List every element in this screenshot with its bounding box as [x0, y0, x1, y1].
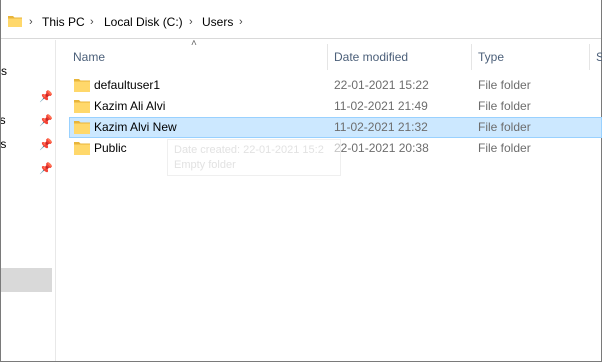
pin-icon: 📌	[39, 139, 53, 151]
file-row[interactable]: Kazim Ali Alvi 11-02-2021 21:49 File fol…	[69, 96, 602, 117]
file-name: Kazim Alvi New	[94, 120, 177, 134]
file-date-modified: 11-02-2021 21:32	[334, 120, 428, 134]
file-date-modified: 22-01-2021 15:22	[334, 78, 429, 92]
folder-icon	[74, 79, 90, 92]
pin-icon: 📌	[39, 163, 53, 175]
column-separator[interactable]	[327, 44, 328, 70]
file-type: File folder	[478, 78, 531, 92]
sort-up-icon: ˄	[191, 38, 197, 49]
breadcrumb-users[interactable]: Users	[202, 13, 233, 31]
file-row[interactable]: defaultuser1 22-01-2021 15:22 File folde…	[69, 75, 602, 96]
file-date-modified: 11-02-2021 21:49	[334, 99, 428, 113]
file-name: Kazim Ali Alvi	[94, 99, 166, 113]
folder-icon	[74, 142, 90, 155]
pin-icon: 📌	[39, 91, 53, 103]
file-type: File folder	[478, 120, 531, 134]
breadcrumb-this-pc[interactable]: This PC	[42, 13, 85, 31]
folder-icon	[8, 16, 22, 27]
chevron-right-icon[interactable]: ›	[90, 13, 94, 31]
address-bar[interactable]: › This PC › Local Disk (C:) › Users ›	[1, 4, 601, 39]
file-name: Public	[94, 141, 127, 155]
tooltip: Date created: 22-01-2021 15:2 Empty fold…	[167, 139, 341, 176]
column-separator[interactable]	[589, 44, 590, 70]
navigation-pane: ss 📌 ls 📌 ts 📌 📌	[1, 40, 56, 361]
nav-item-downloads[interactable]: ls	[1, 113, 6, 127]
column-separator[interactable]	[471, 44, 472, 70]
file-type: File folder	[478, 99, 531, 113]
breadcrumb-local-disk[interactable]: Local Disk (C:)	[104, 13, 183, 31]
tooltip-description: Empty folder	[174, 159, 236, 171]
folder-icon	[74, 100, 90, 113]
column-header-name[interactable]: Name	[73, 46, 105, 68]
column-header-type[interactable]: Type	[478, 46, 504, 68]
chevron-right-icon[interactable]: ›	[29, 13, 33, 31]
column-header-date-modified[interactable]: Date modified	[334, 46, 408, 68]
column-header-size[interactable]: S	[596, 46, 602, 68]
nav-item-quick-access[interactable]: ss	[1, 64, 7, 78]
nav-item-selected[interactable]	[1, 268, 52, 292]
chevron-right-icon[interactable]: ›	[189, 13, 193, 31]
folder-icon	[74, 121, 90, 134]
file-name: defaultuser1	[94, 78, 161, 92]
tooltip-date-created: Date created: 22-01-2021 15:2	[174, 144, 324, 156]
file-row-selected[interactable]: Kazim Alvi New 11-02-2021 21:32 File fol…	[69, 117, 602, 138]
pin-icon: 📌	[39, 115, 53, 127]
chevron-right-icon[interactable]: ›	[239, 13, 243, 31]
file-date-modified: 22-01-2021 20:38	[334, 141, 429, 155]
file-type: File folder	[478, 141, 531, 155]
nav-item-documents[interactable]: ts	[1, 137, 6, 151]
